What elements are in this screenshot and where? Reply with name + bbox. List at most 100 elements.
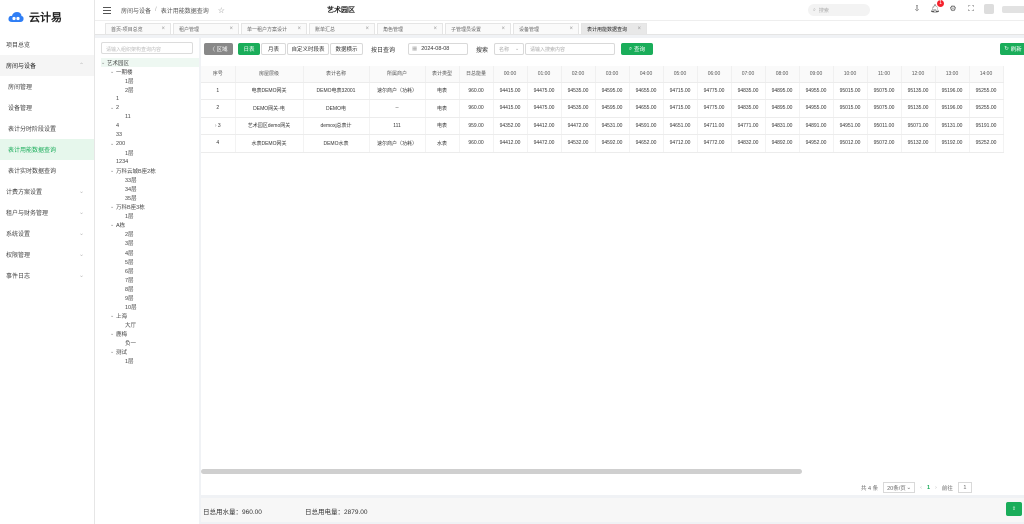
tree-node[interactable]: 3层 [101,239,199,248]
tree-node[interactable]: 33 [101,130,199,139]
tab[interactable]: 设备管理 × [513,23,579,34]
header-search[interactable]: ⌕ 搜索 [808,4,870,16]
tree-node[interactable]: 9层 [101,293,199,302]
tree-search-input[interactable]: 请输入组织架构查询内容 [101,42,193,54]
tree-node[interactable]: 35层 [101,194,199,203]
tree-node[interactable]: 34层 [101,185,199,194]
avatar[interactable] [984,4,994,14]
next-page-icon[interactable]: › [935,485,937,491]
bell-icon[interactable]: 🔔︎ 1 [930,0,944,14]
search-input[interactable]: 请输入搜索内容 [525,43,615,55]
tab[interactable]: 单一租户方案设计 × [241,23,307,34]
table-row[interactable]: › 3 艺术园区demo网关 demoxj总表计 111 电表 959.00 94352.0… [201,117,1004,135]
table-cell: 111 [369,117,426,135]
table-cell: 95192.00 [935,134,970,153]
mode-button-month[interactable]: 月表 [261,43,286,55]
download-icon[interactable]: ⇩ [912,4,922,14]
tree-node[interactable]: ⌄ 艺术园区 [101,58,199,68]
sidebar-item[interactable]: 设备管理 [0,97,94,118]
close-icon[interactable]: × [501,26,505,32]
export-button[interactable]: ⇪导出 [1006,502,1022,516]
tree-node[interactable]: ⌄ 2 [101,103,199,112]
column-header: 01:00 [527,66,562,83]
goto-input[interactable]: 1 [957,482,972,493]
tree-node[interactable]: 1层 [101,148,199,157]
sidebar-item[interactable]: 系统设置 ⌄ [0,223,94,244]
tree-node[interactable]: 2层 [101,230,199,239]
tree-node[interactable]: 11 [101,112,199,121]
page-size-select[interactable]: 20条/页 ⌄ [883,482,916,493]
tree-node[interactable]: ⌄ 一期楼 [101,67,199,76]
tree-node[interactable]: 1层 [101,212,199,221]
sidebar-item[interactable]: 项目总览 [0,34,94,55]
sidebar-item[interactable]: 房间管理 [0,76,94,97]
tree-node[interactable]: 1234 [101,158,199,167]
tab[interactable]: 账单汇总 × [309,23,375,34]
table-cell: 电表 [425,99,460,118]
tree-node[interactable]: 33层 [101,176,199,185]
tree-node[interactable]: 4 [101,121,199,130]
tree-node[interactable]: 负一 [101,338,199,347]
tree-node[interactable]: ⌄ 测试 [101,348,199,357]
current-page[interactable]: 1 [927,485,930,491]
query-button[interactable]: ⌕ 查询 [621,43,653,55]
user-name[interactable] [1002,5,1024,13]
tree-node[interactable]: ⌄ 鹿梅 [101,329,199,338]
prev-page-icon[interactable]: ‹ [920,485,922,491]
gear-icon[interactable]: ⚙ [948,4,958,14]
close-icon[interactable]: × [433,26,437,32]
mode-button-custom[interactable]: 自定义时段表 [287,43,329,55]
sidebar-item[interactable]: 表计实时数据查询 [0,160,94,181]
sidebar-item[interactable]: 表计分时阶段设置 [0,118,94,139]
tab[interactable]: 表计用能数据查询 × [581,23,647,34]
tree-node[interactable]: 10层 [101,302,199,311]
close-icon[interactable]: × [229,26,233,32]
close-icon[interactable]: × [161,26,165,32]
tree-node[interactable]: 1层 [101,76,199,85]
tree-node[interactable]: 1层 [101,357,199,366]
sidebar-item[interactable]: 计费方案设置 ⌄ [0,181,94,202]
tab[interactable]: 角色管理 × [377,23,443,34]
refresh-button[interactable]: ↻ 刷新 [1000,43,1024,55]
table-row[interactable]: 1 电表DEMO网关 DEMO电表32001 速尔商户（功耗） 电表 960.00 9441… [201,82,1004,100]
tree-node[interactable]: 7层 [101,275,199,284]
sidebar-item[interactable]: 事件日志 ⌄ [0,265,94,286]
tree-node[interactable]: 2层 [101,85,199,94]
tree-node[interactable]: ⌄ 200 [101,139,199,148]
menu-toggle-icon[interactable] [103,6,111,14]
tab[interactable]: 子管理员设置 × [445,23,511,34]
mode-button-day[interactable]: 日表 [238,43,260,55]
tree-node[interactable]: 5层 [101,257,199,266]
tab[interactable]: 租户管理 × [173,23,239,34]
tree-node[interactable]: ⌄ 万科B座3栋 [101,203,199,212]
sidebar-item[interactable]: 房间与设备 ⌃ [0,55,94,76]
tree-node[interactable]: 大厅 [101,320,199,329]
search-field-select[interactable]: 名称 ⌄ [494,43,524,55]
tree-node[interactable]: 8层 [101,284,199,293]
tree-node-label: 1层 [125,150,134,157]
collapse-region-button[interactable]: 〈 区域 [204,43,233,55]
close-icon[interactable]: × [297,26,301,32]
tree-node[interactable]: ⌄ 万科云城B座2栋 [101,167,199,176]
star-icon[interactable]: ☆ [218,6,225,15]
close-icon[interactable]: × [365,26,369,32]
tree-node[interactable]: 6层 [101,266,199,275]
sidebar-item[interactable]: 租户与财务管理 ⌄ [0,202,94,223]
tree-node[interactable]: ⌄ 上海 [101,311,199,320]
tree-node-label: 万科B座3栋 [116,205,145,212]
tree-node[interactable]: 4层 [101,248,199,257]
close-icon[interactable]: × [637,26,641,32]
table-row[interactable]: 4 水表DEMO网关 DEMO水表 速尔商户（功耗） 水表 960.00 94412.00 9… [201,134,1004,153]
fullscreen-icon[interactable]: ⛶ [966,4,976,14]
mode-button-horizontal[interactable]: 数据横示 [330,43,363,55]
tab[interactable]: 首页-项目总览 × [105,23,171,34]
tree-node[interactable]: ⌄ A栋 [101,221,199,230]
close-icon[interactable]: × [569,26,573,32]
date-picker[interactable]: ▦ 2024-08-08 [408,43,468,55]
breadcrumb-item[interactable]: 房间与设备 [121,6,151,15]
sidebar-item[interactable]: 权限管理 ⌄ [0,244,94,265]
sidebar-item[interactable]: 表计用能数据查询 [0,139,94,160]
table-row[interactable]: 2 DEMO网关-电 DEMO电 -- 电表 960.00 94415.00 94475.00… [201,99,1004,118]
tree-node[interactable]: 1 [101,94,199,103]
horizontal-scrollbar[interactable] [201,469,802,474]
